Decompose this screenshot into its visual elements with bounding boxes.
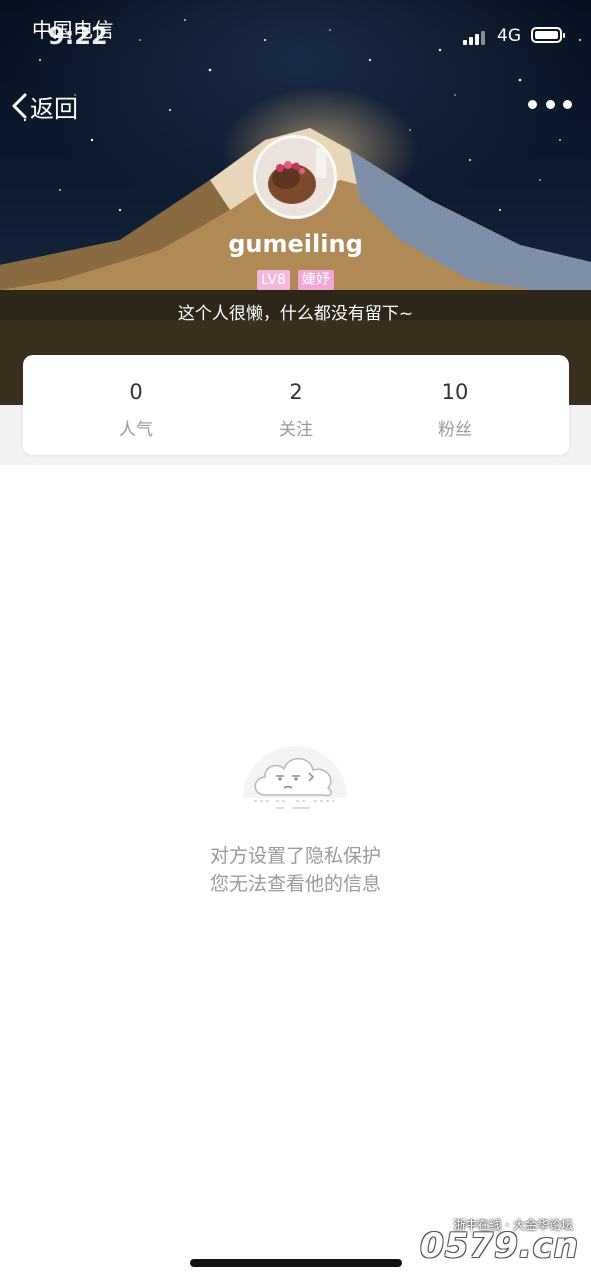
stat-followers[interactable]: 10 粉丝	[385, 355, 525, 455]
title-badge: 婕妤	[297, 270, 334, 290]
avatar[interactable]	[253, 135, 337, 219]
level-badge: LV8	[257, 270, 290, 290]
chevron-left-icon	[12, 93, 27, 119]
username: gumeiling	[228, 230, 363, 258]
stat-label: 粉丝	[438, 420, 472, 440]
watermark-logo-text: 0579.cn	[420, 1226, 579, 1266]
profile-header: 中国电信 9:22 4G 返回 gumeiling LV8 婕妤 这个人很懒，什…	[0, 0, 591, 405]
stats-card: 0 人气 2 关注 10 粉丝	[23, 355, 569, 455]
more-dots-icon	[528, 99, 537, 109]
site-watermark: 浙中在线 · 大金华论坛 0579.cn	[399, 1216, 579, 1268]
user-bio: 这个人很懒，什么都没有留下~	[177, 304, 414, 324]
network-type: 4G	[497, 26, 521, 46]
stat-popularity[interactable]: 0 人气	[66, 355, 206, 455]
privacy-line-1: 对方设置了隐私保护	[209, 845, 381, 867]
back-label: 返回	[30, 94, 78, 123]
empty-cloud-icon	[243, 746, 347, 809]
stat-label: 人气	[119, 420, 153, 440]
stat-label: 关注	[279, 420, 313, 440]
clock-time: 9:22	[48, 22, 108, 50]
avatar-photo	[256, 138, 334, 216]
stat-value: 10	[441, 380, 469, 404]
more-options-button[interactable]	[528, 92, 572, 116]
signal-icon	[463, 31, 485, 45]
privacy-message: 对方设置了隐私保护 您无法查看他的信息	[0, 842, 591, 898]
stat-following[interactable]: 2 关注	[226, 355, 366, 455]
battery-icon	[531, 27, 565, 43]
badge-row: LV8 婕妤	[0, 270, 591, 290]
stat-value: 2	[289, 380, 303, 404]
privacy-line-2: 您无法查看他的信息	[209, 873, 381, 895]
back-button[interactable]: 返回	[10, 86, 78, 126]
stat-value: 0	[129, 380, 143, 404]
status-bar: 中国电信 9:22 4G	[0, 0, 591, 70]
home-indicator[interactable]	[190, 1259, 402, 1267]
